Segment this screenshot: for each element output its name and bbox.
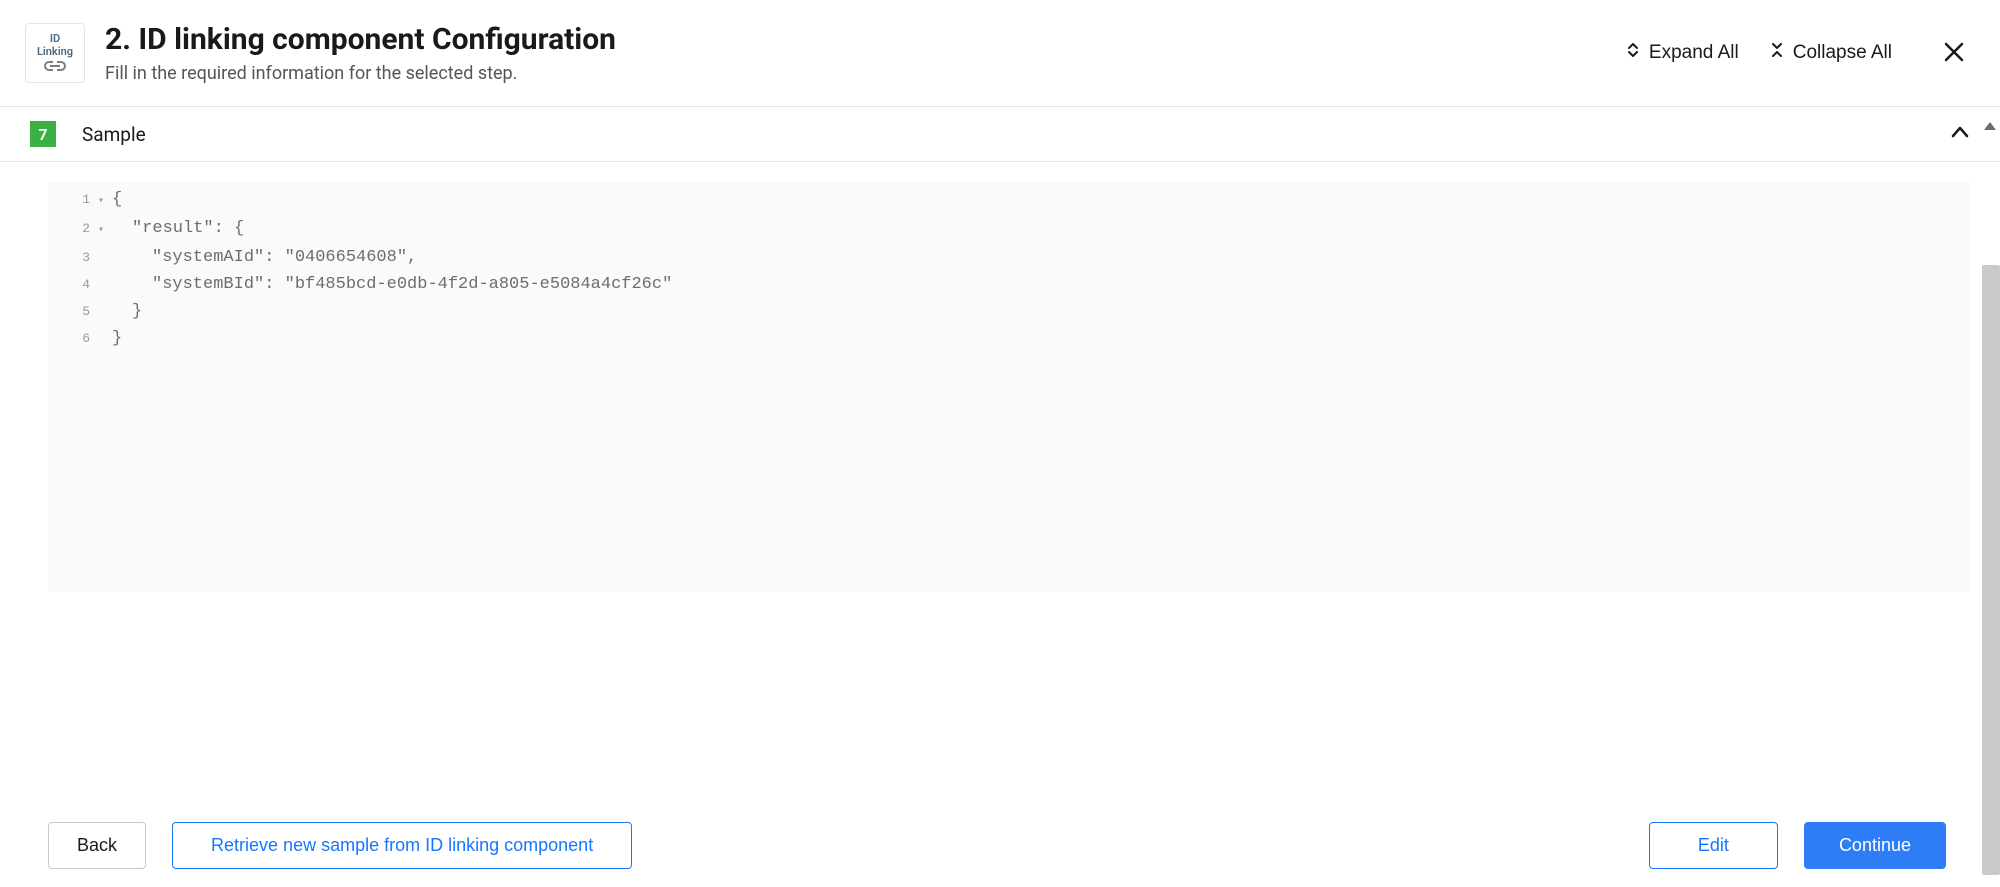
- back-button[interactable]: Back: [48, 822, 146, 869]
- fold-marker-icon[interactable]: ▾: [98, 217, 112, 244]
- fold-marker-icon[interactable]: ▾: [98, 188, 112, 215]
- gutter-line-number: 1: [48, 186, 98, 213]
- code-line: 2▾"result": {: [48, 215, 1970, 244]
- page-title: 2. ID linking component Configuration: [105, 22, 1621, 57]
- fold-icon: [1769, 42, 1785, 64]
- code-text: "result": {: [112, 215, 244, 242]
- code-text: }: [112, 298, 142, 325]
- expand-all-label: Expand All: [1649, 42, 1739, 64]
- step-number-badge: 7: [30, 121, 56, 147]
- gutter-line-number: 4: [48, 271, 98, 298]
- link-icon: [41, 59, 69, 73]
- continue-button[interactable]: Continue: [1804, 822, 1946, 869]
- scroll-up-indicator[interactable]: [1984, 122, 1996, 130]
- section-sample-header[interactable]: 7 Sample: [0, 107, 2000, 162]
- header-actions: Expand All Collapse All: [1621, 36, 1970, 71]
- logo-text-line2: Linking: [37, 46, 73, 57]
- code-text: "systemBId": "bf485bcd-e0db-4f2d-a805-e5…: [112, 271, 672, 298]
- title-block: 2. ID linking component Configuration Fi…: [105, 22, 1621, 84]
- close-icon: [1942, 52, 1966, 67]
- component-logo: ID Linking: [25, 23, 85, 83]
- expand-all-button[interactable]: Expand All: [1621, 38, 1743, 68]
- retrieve-sample-button[interactable]: Retrieve new sample from ID linking comp…: [172, 822, 632, 869]
- logo-text-line1: ID: [50, 33, 60, 44]
- chevron-up-icon: [1950, 124, 1970, 144]
- edit-button[interactable]: Edit: [1649, 822, 1778, 869]
- code-text: }: [112, 325, 122, 352]
- collapse-all-label: Collapse All: [1793, 42, 1892, 64]
- collapse-all-button[interactable]: Collapse All: [1765, 38, 1896, 68]
- code-line: 3 "systemAId": "0406654608",: [48, 244, 1970, 271]
- code-text: "systemAId": "0406654608",: [112, 244, 417, 271]
- gutter-line-number: 6: [48, 325, 98, 352]
- code-text: {: [112, 186, 122, 213]
- editor-area: 1▾{2▾"result": {3"systemAId": "040665460…: [0, 162, 2000, 602]
- code-line: 5}: [48, 298, 1970, 325]
- section-title: Sample: [82, 123, 1950, 146]
- code-line: 6}: [48, 325, 1970, 352]
- scrollbar-thumb[interactable]: [1982, 265, 2000, 875]
- json-sample-editor[interactable]: 1▾{2▾"result": {3"systemAId": "040665460…: [48, 182, 1970, 592]
- close-button[interactable]: [1938, 36, 1970, 71]
- code-line: 4 "systemBId": "bf485bcd-e0db-4f2d-a805-e…: [48, 271, 1970, 298]
- unfold-icon: [1625, 42, 1641, 64]
- gutter-line-number: 3: [48, 244, 98, 271]
- page-subtitle: Fill in the required information for the…: [105, 63, 1621, 84]
- gutter-line-number: 5: [48, 298, 98, 325]
- config-header: ID Linking 2. ID linking component Confi…: [0, 0, 2000, 107]
- code-line: 1▾{: [48, 186, 1970, 215]
- footer-actions: Back Retrieve new sample from ID linking…: [0, 822, 1976, 869]
- gutter-line-number: 2: [48, 215, 98, 242]
